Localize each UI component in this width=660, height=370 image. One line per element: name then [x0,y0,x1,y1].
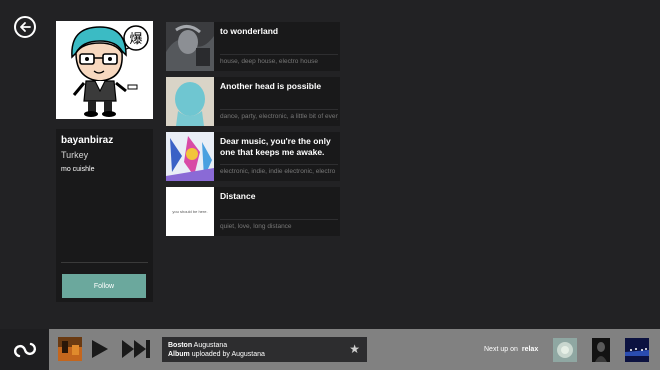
profile-panel: bayanbiraz Turkey mo cuishle Follow [56,129,153,302]
track-tags: dance, party, electronic, a little bit o… [220,113,338,120]
profile-avatar: 爆 [56,21,153,119]
track-item[interactable]: Dear music, you're the only one that kee… [166,132,340,181]
profile-username: bayanbiraz [61,135,114,146]
next-up-cover[interactable] [592,338,610,362]
follow-button[interactable]: Follow [62,274,146,298]
now-playing-song: Boston [168,342,193,349]
now-playing-artist: Augustana [193,342,228,349]
now-playing-cover[interactable] [58,337,82,361]
favorite-button[interactable]: ★ [349,342,360,356]
track-divider [220,109,338,110]
track-title: Distance [220,191,256,201]
track-item[interactable]: Another head is possible dance, party, e… [166,77,340,126]
next-up-cover[interactable] [625,338,649,362]
panel-divider [61,262,148,263]
track-item[interactable]: to wonderland house, deep house, electro… [166,22,340,71]
track-list: to wonderland house, deep house, electro… [166,22,340,242]
now-playing-song-line: Boston Augustana [168,342,227,349]
play-button[interactable] [91,339,109,364]
profile-country: Turkey [61,150,89,160]
track-cover [166,77,214,126]
now-playing-album-label: Album [168,351,190,358]
back-arrow-icon [20,22,31,32]
track-cover [166,132,214,181]
track-title: Another head is possible [220,81,322,91]
now-playing-info[interactable]: Boston Augustana Album uploaded by Augus… [162,337,367,362]
skip-forward-icon [122,340,150,358]
now-playing-source-line: Album uploaded by Augustana [168,351,265,358]
infinity-logo-icon [13,342,36,357]
track-cover: you should be here. [166,187,214,236]
track-cover [166,22,214,71]
track-tags: electronic, indie, indie electronic, ele… [220,168,336,175]
track-cover-text: you should be here. [172,209,208,214]
app-logo[interactable] [0,329,49,370]
next-up-text: Next up on [484,346,518,353]
track-item[interactable]: you should be here. Distance quiet, love… [166,187,340,236]
track-divider [220,54,338,55]
track-tags: house, deep house, electro house [220,58,318,65]
next-up-label: Next up on relax [484,346,538,353]
track-divider [220,219,338,220]
next-up-playlist: relax [521,346,539,353]
skip-forward-button[interactable] [121,339,151,364]
track-title: Dear music, you're the only one that kee… [220,136,331,157]
player-bar: Boston Augustana Album uploaded by Augus… [0,329,660,370]
next-up-cover[interactable] [553,338,577,362]
profile-bio: mo cuishle [61,166,95,173]
svg-text:爆: 爆 [129,32,142,47]
now-playing-uploader: uploaded by Augustana [191,351,265,358]
star-icon: ★ [349,342,360,356]
play-icon [92,340,108,358]
track-divider [220,164,338,165]
back-button[interactable] [14,16,36,38]
track-title: to wonderland [220,26,279,36]
track-tags: quiet, love, long distance [220,223,292,230]
